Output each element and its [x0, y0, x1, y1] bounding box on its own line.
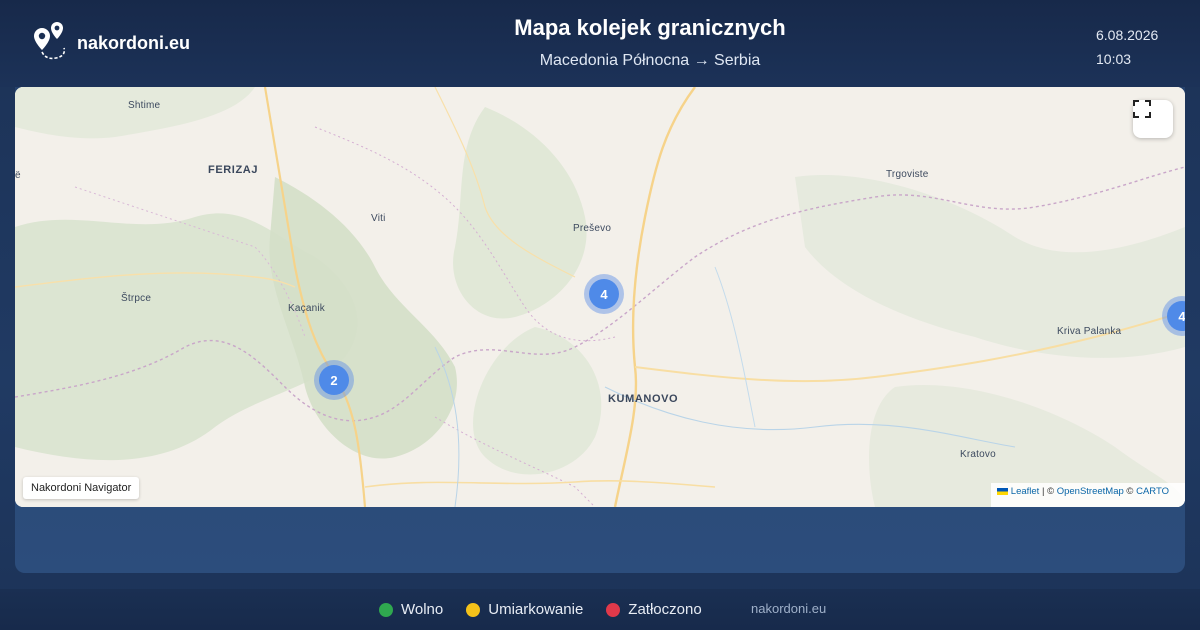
header: nakordoni.eu Mapa kolejek granicznych Ma…: [0, 0, 1200, 87]
route-pins-icon: [34, 22, 66, 60]
status-dot-red: [606, 602, 621, 617]
legend-label: Wolno: [401, 601, 444, 618]
crossing-cluster[interactable]: 2: [314, 360, 354, 400]
place-label: Kriva Palanka: [1057, 326, 1122, 337]
datetime: 6.08.2026 10:03: [1096, 23, 1176, 71]
time-label: 10:03: [1096, 51, 1132, 67]
legend: Wolno Umiarkowanie Zatłoczono: [379, 601, 725, 618]
footer: Wolno Umiarkowanie Zatłoczono nakordoni.…: [0, 589, 1200, 630]
navigator-badge: Nakordoni Navigator: [23, 477, 140, 499]
legend-item-free: Wolno: [379, 601, 443, 618]
crossing-cluster[interactable]: 4: [584, 274, 624, 314]
ukraine-flag-icon: [996, 487, 1008, 495]
cluster-count: 4: [1167, 301, 1185, 331]
place-label: Štrpce: [121, 293, 152, 304]
legend-item-crowded: Zatłoczono: [606, 601, 702, 618]
fullscreen-button[interactable]: [1133, 100, 1173, 138]
place-label: Kratovo: [960, 449, 996, 460]
legend-label: Umiarkowanie: [488, 601, 584, 618]
route-subtitle: Macedonia Północna → Serbia: [539, 52, 761, 69]
footer-site[interactable]: nakordoni.eu: [751, 601, 826, 616]
page-title: Mapa kolejek granicznych: [514, 15, 786, 40]
place-label: Trgoviste: [886, 169, 929, 180]
place-label: Kaçanik: [288, 303, 325, 314]
status-dot-green: [379, 602, 393, 617]
map-attribution: Leaflet | © OpenStreetMap © CARTO: [990, 483, 1185, 507]
brand[interactable]: nakordoni.eu: [24, 22, 190, 64]
map-view[interactable]: Shtime FERIZAJ ë Viti Preševo Trgoviste …: [15, 87, 1185, 507]
city-label: FERIZAJ: [208, 164, 259, 176]
place-label: Viti: [371, 213, 386, 224]
city-label: KUMANOVO: [608, 393, 679, 405]
carto-link[interactable]: CARTO: [1136, 486, 1169, 497]
osm-link[interactable]: OpenStreetMap: [1057, 486, 1124, 497]
status-dot-yellow: [466, 602, 481, 617]
attribution-separator: | ©: [1039, 486, 1057, 497]
title-block: Mapa kolejek granicznych Macedonia Półno…: [300, 15, 1000, 70]
cluster-count: 4: [589, 279, 619, 309]
legend-label: Zatłoczono: [628, 601, 702, 618]
place-label: ë: [15, 170, 21, 181]
cluster-count: 2: [319, 365, 349, 395]
legend-item-moderate: Umiarkowanie: [466, 601, 583, 618]
fullscreen-icon: [1133, 100, 1151, 118]
place-label: Shtime: [128, 100, 161, 111]
brand-name: nakordoni.eu: [77, 32, 191, 53]
date-label: 6.08.2026: [1096, 27, 1159, 43]
place-label: Preševo: [573, 223, 612, 234]
attribution-copy: ©: [1123, 486, 1137, 497]
leaflet-link[interactable]: Leaflet: [1011, 486, 1040, 497]
